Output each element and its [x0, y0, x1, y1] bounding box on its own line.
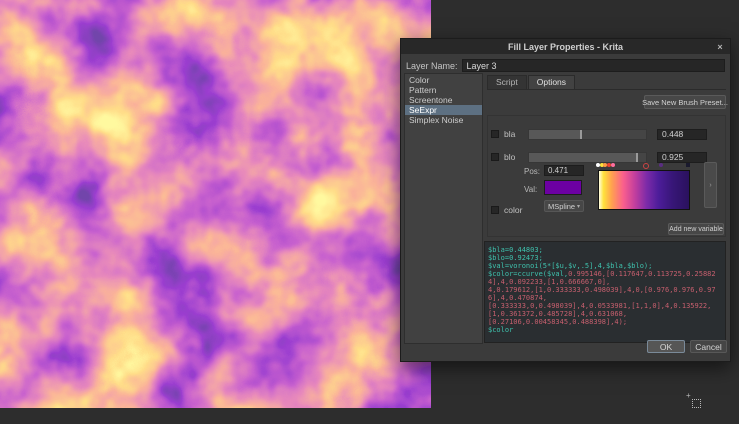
color-value-swatch[interactable] [544, 180, 582, 195]
bla-slider-handle[interactable] [580, 130, 582, 139]
script-line: [0.333333,0,0.498039],4,0.0533981,[1,1,0… [488, 302, 722, 318]
dialog-title: Fill Layer Properties - Krita [508, 42, 623, 52]
noise-texture [0, 0, 431, 408]
close-icon[interactable]: × [714, 41, 726, 52]
bla-label: bla [504, 129, 528, 139]
bla-slider-fill [529, 130, 581, 139]
tab-script[interactable]: Script [487, 75, 527, 89]
script-token: $blo=0.92473; [488, 254, 543, 262]
script-token: 4,0.179612,[1,0.333333,0.498039],4,0,[0.… [488, 286, 716, 302]
gradient-expand-button[interactable]: › [704, 162, 717, 208]
blo-checkbox[interactable] [491, 153, 499, 161]
gradient-bar[interactable] [598, 170, 690, 210]
seexpr-script-editor[interactable]: $bla=0.44803;$blo=0.92473;$val=voronoi(5… [484, 241, 726, 343]
blo-slider-fill [529, 153, 637, 162]
generator-item-screentone[interactable]: Screentone [405, 95, 482, 105]
chevron-down-icon: ▾ [577, 203, 580, 210]
layer-name-label: Layer Name: [406, 61, 458, 71]
script-token: $color=ccurve($val, [488, 270, 568, 278]
pos-label: Pos: [524, 167, 540, 176]
interpolation-dropdown[interactable]: MSpline ▾ [544, 200, 584, 212]
gradient-stops-strip[interactable] [598, 162, 690, 169]
layer-name-value: Layer 3 [467, 61, 497, 71]
gradient-stop-6[interactable] [659, 163, 663, 167]
crosshair-icon: + [686, 392, 691, 400]
bla-value-field[interactable]: 0.448 [657, 129, 707, 140]
script-token: [0.27106,0.00458345,0.488398],4); [488, 318, 627, 326]
layer-name-row: Layer Name: Layer 3 [406, 59, 725, 72]
fill-layer-properties-dialog: Fill Layer Properties - Krita × Layer Na… [400, 38, 731, 362]
gradient-stop-7[interactable] [686, 163, 690, 167]
blo-label: blo [504, 152, 528, 162]
gradient-stop-4[interactable] [611, 163, 615, 167]
script-line: 4,0.179612,[1,0.333333,0.498039],4,0,[0.… [488, 286, 722, 302]
add-new-variable-button[interactable]: Add new variable [668, 223, 724, 235]
generator-item-simplex-noise[interactable]: Simplex Noise [405, 115, 482, 125]
blo-value-field[interactable]: 0.925 [657, 152, 707, 163]
script-token: $val=voronoi(5*[$u,$v,.5],4,$bla,$blo); [488, 262, 652, 270]
tab-options[interactable]: Options [528, 75, 575, 89]
options-panel: bla 0.448 blo 0.925 color Pos: 0.471 Val: M… [487, 115, 726, 237]
transform-cursor: + [686, 392, 704, 412]
bla-checkbox[interactable] [491, 130, 499, 138]
cancel-button[interactable]: Cancel [690, 340, 727, 353]
generator-item-pattern[interactable]: Pattern [405, 85, 482, 95]
bla-param-row: bla 0.448 [491, 128, 707, 140]
ok-button[interactable]: OK [647, 340, 685, 353]
script-line: $color [488, 326, 722, 334]
generator-item-seexpr[interactable]: SeExpr [405, 105, 482, 115]
gradient-editor[interactable] [598, 162, 690, 210]
canvas-preview[interactable] [0, 0, 431, 408]
pos-field[interactable]: 0.471 [544, 165, 584, 176]
dialog-titlebar[interactable]: Fill Layer Properties - Krita × [401, 39, 730, 54]
selection-rect-icon [692, 399, 701, 408]
save-new-brush-preset-button[interactable]: Save New Brush Preset... [644, 95, 726, 109]
interpolation-value: MSpline [548, 202, 575, 211]
bla-slider[interactable] [528, 129, 647, 140]
chevron-right-icon: › [709, 182, 711, 189]
blo-slider[interactable] [528, 152, 647, 163]
script-line: [0.27106,0.00458345,0.488398],4); [488, 318, 722, 326]
script-line: $blo=0.92473; [488, 254, 722, 262]
script-token: [0.333333,0,0.498039],4,0.0533981,[1,1,0… [488, 302, 711, 318]
color-param-label: color [504, 205, 528, 215]
gradient-stop-5[interactable] [643, 163, 649, 169]
blo-slider-handle[interactable] [636, 153, 638, 162]
generator-list[interactable]: ColorPatternScreentoneSeExprSimplex Nois… [404, 73, 483, 344]
generator-item-color[interactable]: Color [405, 75, 482, 85]
script-token: $color [488, 326, 513, 334]
val-label: Val: [524, 185, 537, 194]
pos-value: 0.471 [548, 166, 568, 175]
script-line: $bla=0.44803; [488, 246, 722, 254]
script-line: $val=voronoi(5*[$u,$v,.5],4,$bla,$blo); [488, 262, 722, 270]
script-line: $color=ccurve($val,0.995146,[0.117647,0.… [488, 270, 722, 286]
tabbar: ScriptOptions [487, 75, 726, 90]
layer-name-input[interactable]: Layer 3 [462, 59, 725, 72]
script-token: $bla=0.44803; [488, 246, 543, 254]
color-checkbox[interactable] [491, 206, 499, 214]
